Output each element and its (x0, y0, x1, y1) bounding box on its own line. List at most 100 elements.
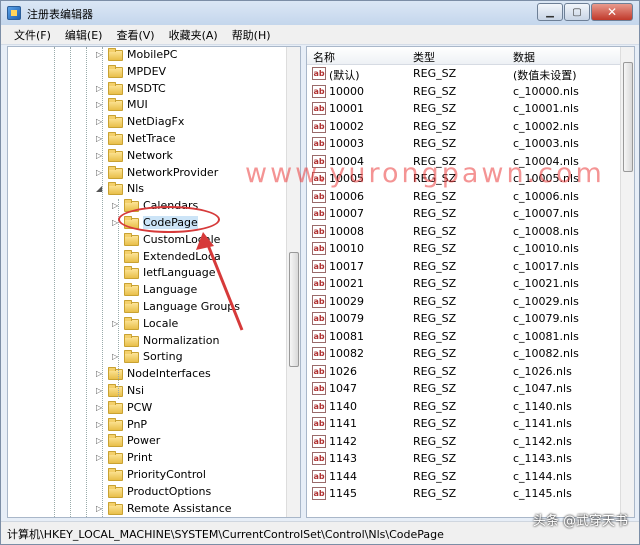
tree-node[interactable]: ▷ Power (8, 433, 288, 450)
menu-favorites[interactable]: 收藏夹(A) (162, 27, 225, 43)
values-scrollbar[interactable] (620, 47, 634, 517)
tree-node[interactable]: ▷ Sorting (8, 349, 288, 366)
value-row[interactable]: ab 1145 REG_SZ c_1145.nls (307, 485, 622, 503)
value-row[interactable]: ab 10079 REG_SZ c_10079.nls (307, 310, 622, 328)
collapsed-triangle-icon[interactable]: ▷ (96, 151, 106, 161)
value-row[interactable]: ab (默认) REG_SZ (数值未设置) (307, 65, 622, 83)
value-name: 1140 (329, 399, 357, 413)
value-type: REG_SZ (413, 329, 457, 343)
collapsed-triangle-icon[interactable]: ▷ (112, 319, 122, 329)
value-row[interactable]: ab 10017 REG_SZ c_10017.nls (307, 258, 622, 276)
tree-node[interactable]: ExtendedLoca (8, 249, 288, 266)
tree-node-label: NodeInterfaces (127, 367, 211, 381)
value-row[interactable]: ab 10001 REG_SZ c_10001.nls (307, 100, 622, 118)
value-row[interactable]: ab 10010 REG_SZ c_10010.nls (307, 240, 622, 258)
column-name-header[interactable]: 名称 (313, 49, 335, 65)
tree-node[interactable]: PriorityControl (8, 467, 288, 484)
value-name: 10007 (329, 207, 364, 220)
value-row[interactable]: ab 10002 REG_SZ c_10002.nls (307, 118, 622, 136)
collapsed-triangle-icon[interactable]: ▷ (96, 50, 106, 60)
value-row[interactable]: ab 10004 REG_SZ c_10004.nls (307, 153, 622, 171)
value-row[interactable]: ab 10081 REG_SZ c_10081.nls (307, 328, 622, 346)
value-row[interactable]: ab 1142 REG_SZ c_1142.nls (307, 433, 622, 451)
value-row[interactable]: ab 10021 REG_SZ c_10021.nls (307, 275, 622, 293)
regedit-window: 注册表编辑器 ▁ ▢ ✕ 文件(F) 编辑(E) 查看(V) 收藏夹(A) 帮助… (0, 0, 640, 545)
tree-node[interactable]: Language Groups (8, 299, 288, 316)
tree-guide-line (54, 47, 55, 517)
menu-help[interactable]: 帮助(H) (225, 27, 278, 43)
folder-icon (108, 48, 123, 61)
tree-node[interactable]: ▷ NodeInterfaces (8, 366, 288, 383)
tree-node[interactable]: ▷ PCW (8, 400, 288, 417)
value-row[interactable]: ab 10000 REG_SZ c_10000.nls (307, 83, 622, 101)
column-type-header[interactable]: 类型 (413, 49, 435, 65)
tree-node[interactable]: ▷ MobilePC (8, 47, 288, 64)
values-scrollbar-thumb[interactable] (623, 62, 633, 172)
value-row[interactable]: ab 10007 REG_SZ c_10007.nls (307, 205, 622, 223)
value-name: 1142 (329, 434, 357, 448)
title-bar[interactable]: 注册表编辑器 ▁ ▢ ✕ (1, 1, 639, 25)
value-row[interactable]: ab 10082 REG_SZ c_10082.nls (307, 345, 622, 363)
tree-scrollbar-thumb[interactable] (289, 252, 299, 367)
tree-node[interactable]: MPDEV (8, 64, 288, 81)
tree-node[interactable]: ▷ Nsi (8, 383, 288, 400)
tree-node[interactable]: ▷ Locale (8, 316, 288, 333)
tree-node[interactable]: ▷ Print (8, 450, 288, 467)
collapsed-triangle-icon[interactable]: ▷ (96, 436, 106, 446)
tree-node[interactable]: Normalization (8, 333, 288, 350)
menu-edit[interactable]: 编辑(E) (58, 27, 110, 43)
tree-node[interactable]: ▷ Remote Assistance (8, 501, 288, 517)
tree-node[interactable]: ▷ Network (8, 148, 288, 165)
folder-icon (108, 384, 123, 397)
column-data-header[interactable]: 数据 (513, 49, 535, 65)
value-row[interactable]: ab 1144 REG_SZ c_1144.nls (307, 468, 622, 486)
collapsed-triangle-icon[interactable]: ▷ (96, 117, 106, 127)
tree-scrollbar[interactable] (286, 47, 300, 517)
menu-file[interactable]: 文件(F) (7, 27, 58, 43)
value-row[interactable]: ab 10008 REG_SZ c_10008.nls (307, 223, 622, 241)
tree-node[interactable]: IetfLanguage (8, 265, 288, 282)
maximize-button[interactable]: ▢ (564, 3, 590, 21)
value-row[interactable]: ab 1047 REG_SZ c_1047.nls (307, 380, 622, 398)
collapsed-triangle-icon[interactable]: ▷ (96, 386, 106, 396)
value-row[interactable]: ab 10006 REG_SZ c_10006.nls (307, 188, 622, 206)
minimize-button[interactable]: ▁ (537, 3, 563, 21)
tree-node[interactable]: CustomLocale (8, 232, 288, 249)
collapsed-triangle-icon[interactable]: ▷ (96, 420, 106, 430)
collapsed-triangle-icon[interactable]: ▷ (112, 201, 122, 211)
registry-values-pane[interactable]: 名称 类型 数据 ab (默认) REG_SZ (数值未设置) ab 10000 REG_S… (306, 46, 635, 518)
collapsed-triangle-icon[interactable]: ▷ (96, 84, 106, 94)
collapsed-triangle-icon[interactable]: ▷ (96, 504, 106, 514)
value-row[interactable]: ab 10005 REG_SZ c_10005.nls (307, 170, 622, 188)
registry-tree-pane[interactable]: ▷ MobilePC MPDEV ▷ MSDTC ▷ MUI ▷ NetDiagFx ▷ NetTr… (7, 46, 301, 518)
collapsed-triangle-icon[interactable]: ▷ (96, 168, 106, 178)
collapsed-triangle-icon[interactable]: ▷ (96, 100, 106, 110)
value-row[interactable]: ab 1140 REG_SZ c_1140.nls (307, 398, 622, 416)
tree-node[interactable]: ▷SafeBoot (8, 517, 288, 518)
value-row[interactable]: ab 1141 REG_SZ c_1141.nls (307, 415, 622, 433)
value-type: REG_SZ (413, 399, 457, 413)
tree-node[interactable]: ◢ Nls (8, 181, 288, 198)
tree-node[interactable]: ▷ NetTrace (8, 131, 288, 148)
collapsed-triangle-icon[interactable]: ▷ (112, 352, 122, 362)
collapsed-triangle-icon[interactable]: ▷ (96, 403, 106, 413)
value-row[interactable]: ab 1026 REG_SZ c_1026.nls (307, 363, 622, 381)
tree-node[interactable]: ▷ PnP (8, 417, 288, 434)
folder-icon (108, 367, 123, 381)
tree-node[interactable]: ▷ MSDTC (8, 81, 288, 98)
menu-view[interactable]: 查看(V) (109, 27, 161, 43)
collapsed-triangle-icon[interactable]: ▷ (96, 134, 106, 144)
expanded-triangle-icon[interactable]: ◢ (96, 184, 106, 194)
tree-node-label: Network (127, 148, 173, 162)
value-row[interactable]: ab 10029 REG_SZ c_10029.nls (307, 293, 622, 311)
close-button[interactable]: ✕ (591, 3, 633, 21)
tree-node[interactable]: Language (8, 282, 288, 299)
value-row[interactable]: ab 1143 REG_SZ c_1143.nls (307, 450, 622, 468)
collapsed-triangle-icon[interactable]: ▷ (96, 369, 106, 379)
collapsed-triangle-icon[interactable]: ▷ (96, 453, 106, 463)
value-row[interactable]: ab 10003 REG_SZ c_10003.nls (307, 135, 622, 153)
tree-node[interactable]: ProductOptions (8, 484, 288, 501)
tree-node[interactable]: ▷ NetworkProvider (8, 165, 288, 182)
tree-node[interactable]: ▷ MUI (8, 97, 288, 114)
tree-node[interactable]: ▷ NetDiagFx (8, 114, 288, 131)
